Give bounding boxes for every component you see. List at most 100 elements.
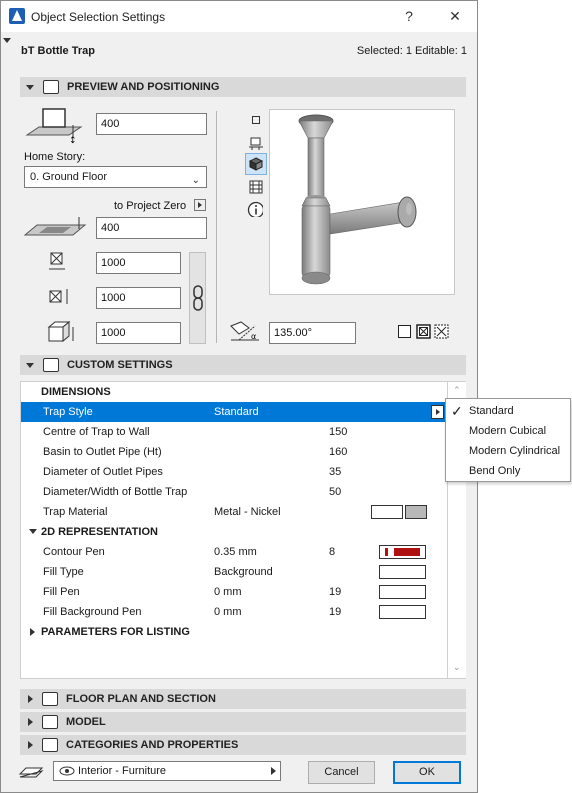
trap-style-dropdown-button[interactable] bbox=[431, 405, 444, 419]
table-row-trap-style[interactable]: Trap Style Standard bbox=[21, 402, 447, 422]
parameters-for-listing-group-row[interactable]: PARAMETERS FOR LISTING bbox=[21, 622, 447, 642]
table-row[interactable]: Diameter/Width of Bottle Trap 50 bbox=[21, 482, 447, 502]
plan-view-button[interactable] bbox=[249, 113, 265, 129]
object-selection-settings-dialog: Object Selection Settings ? ✕ bT Bottle … bbox=[0, 0, 478, 793]
layer-select[interactable]: Interior - Furniture bbox=[53, 761, 281, 781]
dimension-y-input[interactable]: 1000 bbox=[96, 287, 181, 309]
info-icon[interactable] bbox=[247, 201, 263, 217]
project-zero-menu-button[interactable] bbox=[194, 199, 206, 211]
section-title: CATEGORIES AND PROPERTIES bbox=[66, 739, 239, 751]
elevation-view-button[interactable] bbox=[248, 179, 264, 195]
close-button[interactable]: ✕ bbox=[445, 7, 465, 25]
param-number: 150 bbox=[329, 426, 348, 438]
parameter-table: DIMENSIONS Trap Style Standard Centre of… bbox=[20, 381, 448, 679]
floor-plan-icon bbox=[42, 692, 58, 706]
section-title: CUSTOM SETTINGS bbox=[67, 359, 173, 371]
floor-plan-section-header[interactable]: FLOOR PLAN AND SECTION bbox=[20, 689, 466, 709]
bottle-trap-preview-image bbox=[298, 114, 417, 285]
elevation-to-story-icon: ↕ bbox=[25, 108, 83, 145]
param-name: Centre of Trap to Wall bbox=[43, 426, 150, 438]
table-row[interactable]: Basin to Outlet Pipe (Ht) 160 bbox=[21, 442, 447, 462]
section-title: PREVIEW AND POSITIONING bbox=[67, 81, 220, 93]
table-row[interactable]: Fill Pen 0 mm 19 bbox=[21, 582, 447, 602]
dimensions-group-row[interactable]: DIMENSIONS bbox=[21, 382, 447, 402]
dimension-x-input[interactable]: 1000 bbox=[96, 252, 181, 274]
param-number: 19 bbox=[329, 586, 342, 598]
param-name: Contour Pen bbox=[43, 546, 105, 558]
layer-icon bbox=[18, 767, 44, 778]
dropdown-option-modern-cylindrical[interactable]: Modern Cylindrical bbox=[446, 441, 570, 461]
proportion-lock-bar[interactable] bbox=[189, 252, 206, 344]
material-preview-swatch[interactable] bbox=[405, 505, 427, 519]
archicad-app-icon bbox=[9, 8, 25, 24]
2d-representation-group-row[interactable]: 2D REPRESENTATION bbox=[21, 522, 447, 542]
scroll-down-icon[interactable]: ⌄ bbox=[453, 662, 461, 673]
fill-background-pen-swatch[interactable] bbox=[379, 605, 426, 619]
param-name: Fill Pen bbox=[43, 586, 80, 598]
home-story-label: Home Story: bbox=[24, 151, 86, 163]
cancel-button[interactable]: Cancel bbox=[308, 761, 375, 784]
option-label: Bend Only bbox=[469, 465, 521, 477]
project-zero-icon bbox=[23, 217, 87, 236]
contour-pen-swatch[interactable] bbox=[379, 545, 426, 559]
fill-pen-swatch[interactable] bbox=[379, 585, 426, 599]
param-value: Metal - Nickel bbox=[214, 506, 281, 518]
param-name: Fill Background Pen bbox=[43, 606, 142, 618]
svg-text:↕: ↕ bbox=[69, 136, 77, 145]
table-row[interactable]: Contour Pen 0.35 mm 8 bbox=[21, 542, 447, 562]
home-story-select[interactable]: 0. Ground Floor ⌄ bbox=[24, 166, 207, 188]
3d-view-button[interactable] bbox=[245, 153, 267, 175]
table-row[interactable]: Trap Material Metal - Nickel bbox=[21, 502, 447, 522]
param-value: 0 mm bbox=[214, 586, 242, 598]
selection-info: Selected: 1 Editable: 1 bbox=[356, 45, 467, 57]
ok-button[interactable]: OK bbox=[393, 761, 461, 784]
table-row[interactable]: Fill Background Pen 0 mm 19 bbox=[21, 602, 447, 622]
section-title: MODEL bbox=[66, 716, 106, 728]
preview-positioning-header[interactable]: PREVIEW AND POSITIONING bbox=[20, 77, 466, 97]
scroll-up-icon[interactable]: ⌃ bbox=[453, 385, 461, 396]
project-zero-label: to Project Zero bbox=[114, 200, 187, 212]
material-swatch[interactable] bbox=[371, 505, 403, 519]
height-z-icon bbox=[47, 320, 74, 343]
dropdown-option-modern-cubical[interactable]: Modern Cubical bbox=[446, 421, 570, 441]
dropdown-option-standard[interactable]: ✓ Standard bbox=[446, 401, 570, 421]
model-section-header[interactable]: MODEL bbox=[20, 712, 466, 732]
trap-style-dropdown-menu: ✓ Standard Modern Cubical Modern Cylindr… bbox=[445, 398, 571, 482]
expand-triangle-icon bbox=[26, 362, 34, 368]
param-number: 35 bbox=[329, 466, 342, 478]
table-row[interactable]: Fill Type Background bbox=[21, 562, 447, 582]
elevation-input[interactable]: 400 bbox=[96, 113, 207, 135]
mirror-off-button[interactable] bbox=[398, 325, 411, 338]
table-row[interactable]: Diameter of Outlet Pipes 35 bbox=[21, 462, 447, 482]
chevron-down-icon: ⌄ bbox=[191, 175, 200, 186]
group-label: 2D REPRESENTATION bbox=[41, 526, 158, 538]
option-label: Modern Cylindrical bbox=[469, 445, 561, 457]
object-name: bT Bottle Trap bbox=[21, 45, 95, 57]
categories-properties-header[interactable]: CATEGORIES AND PROPERTIES bbox=[20, 735, 466, 755]
expand-triangle-icon bbox=[29, 529, 37, 534]
preview-positioning-icon bbox=[43, 80, 59, 94]
param-name: Basin to Outlet Pipe (Ht) bbox=[43, 446, 162, 458]
table-row[interactable]: Centre of Trap to Wall 150 bbox=[21, 422, 447, 442]
layer-value: Interior - Furniture bbox=[78, 765, 167, 777]
mirror-y-button[interactable] bbox=[434, 324, 450, 340]
section-view-button[interactable] bbox=[248, 135, 264, 151]
custom-settings-icon bbox=[43, 358, 59, 372]
dropdown-option-bend-only[interactable]: Bend Only bbox=[446, 461, 570, 481]
param-value: Standard bbox=[214, 406, 259, 418]
collapsed-triangle-icon bbox=[28, 695, 33, 703]
dimension-z-input[interactable]: 1000 bbox=[96, 322, 181, 344]
fill-type-swatch[interactable] bbox=[379, 565, 426, 579]
help-button[interactable]: ? bbox=[399, 7, 419, 25]
custom-settings-header[interactable]: CUSTOM SETTINGS bbox=[20, 355, 466, 375]
mirror-x-button[interactable] bbox=[416, 324, 432, 340]
checkmark-icon: ✓ bbox=[451, 403, 463, 419]
collapse-arrow-icon[interactable] bbox=[3, 38, 11, 43]
option-label: Standard bbox=[469, 405, 514, 417]
section-title: FLOOR PLAN AND SECTION bbox=[66, 693, 216, 705]
rotation-angle-input[interactable]: 135.00° bbox=[269, 322, 356, 344]
window-title: Object Selection Settings bbox=[31, 10, 166, 24]
project-zero-input[interactable]: 400 bbox=[96, 217, 207, 239]
width-x-icon bbox=[49, 252, 65, 270]
param-value: Background bbox=[214, 566, 273, 578]
